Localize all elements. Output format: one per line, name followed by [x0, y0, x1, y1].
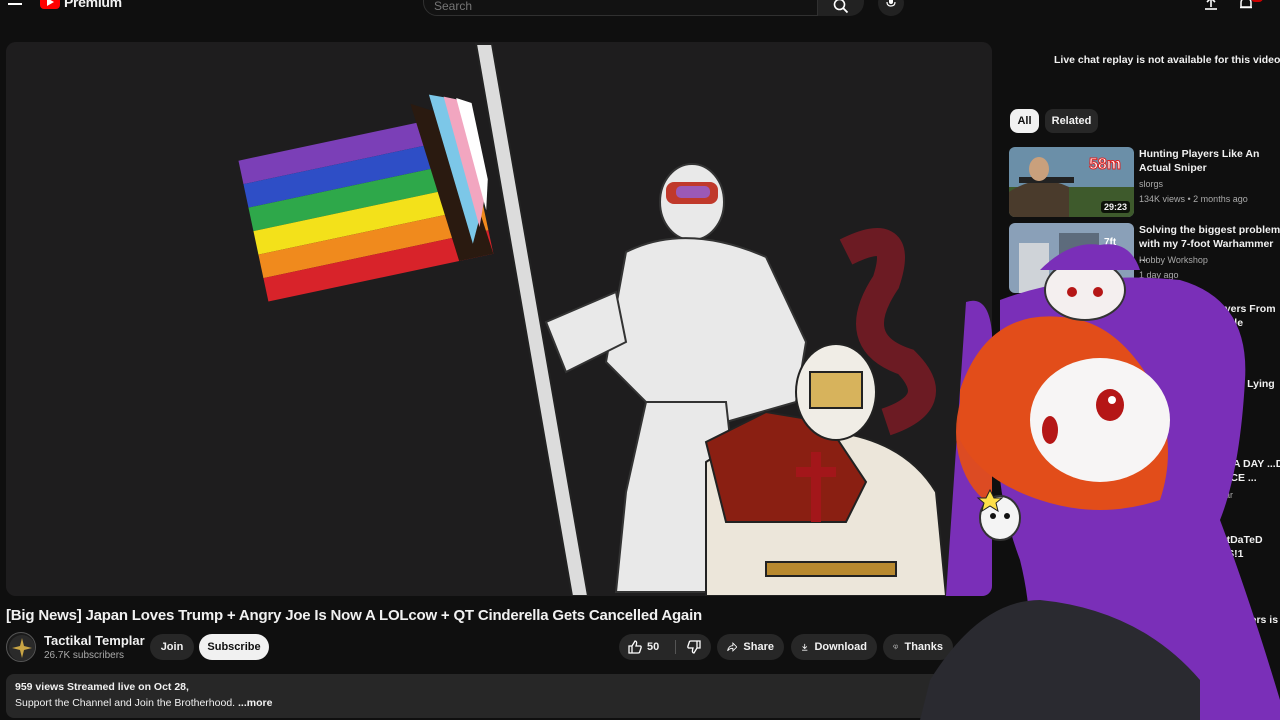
download-label: Download	[814, 641, 867, 653]
description-text-line: Support the Channel and Join the Brother…	[15, 697, 983, 709]
svg-text:58m: 58m	[1089, 156, 1121, 173]
channel-name[interactable]: Tactikal Templar	[44, 633, 145, 648]
join-button[interactable]: Join	[150, 634, 194, 660]
upload-icon[interactable]	[1203, 0, 1219, 12]
recommendation-title[interactable]: ArE oUtDaTeD ...RoNeS!1	[1191, 533, 1280, 561]
recommendation-item[interactable]: 7ft Solving the biggest problem with my …	[1009, 223, 1280, 293]
video-frame-artwork	[6, 42, 992, 596]
share-icon	[727, 642, 738, 652]
description-more-link[interactable]: ...more	[238, 697, 272, 709]
recommendation-item[interactable]: 58m 29:23 Hunting Players Like An Actual…	[1009, 147, 1280, 217]
search-box[interactable]	[423, 0, 818, 16]
description-stats: 959 views Streamed live on Oct 28,	[15, 681, 189, 693]
microphone-icon	[886, 0, 896, 7]
dislike-button[interactable]	[679, 634, 709, 660]
menu-icon[interactable]	[8, 0, 22, 10]
recommendation-title[interactable]: Players From A ...ble	[1209, 302, 1280, 330]
recommendation-meta: 134K views • 2 months ago	[1139, 194, 1248, 204]
notification-badge	[1251, 0, 1263, 2]
thanks-button[interactable]: $ Thanks	[883, 634, 953, 660]
recommendation-title[interactable]: RAMA DAY ...D VANCE ...	[1209, 457, 1280, 485]
recommendation-duration: 29:23	[1100, 201, 1130, 213]
thanks-icon: $	[893, 644, 899, 650]
share-button[interactable]: Share	[717, 634, 784, 660]
youtube-logo[interactable]: Premium	[40, 0, 122, 10]
recommendation-item[interactable]: ArE oUtDaTeD ...RoNeS!1 hours ago	[1009, 533, 1280, 593]
recommendation-meta: ago	[1229, 350, 1245, 360]
youtube-play-icon	[40, 0, 60, 9]
like-count: 50	[647, 641, 660, 653]
recommendation-item[interactable]: A Lying	[1009, 377, 1280, 437]
recommendation-meta: 1 day ago	[1139, 270, 1179, 280]
share-label: Share	[743, 641, 774, 653]
recommendation-channel[interactable]: Hobby Workshop	[1139, 255, 1208, 265]
live-chat-replay-notice: Live chat replay is not available for th…	[1054, 54, 1280, 66]
recommendation-channel[interactable]: Templar	[1201, 490, 1233, 500]
chip-related[interactable]: Related	[1045, 109, 1098, 133]
recommendation-item[interactable]: ...per Players is ...e Hobby ago	[1009, 613, 1280, 673]
recommendation-thumbnail[interactable]: 58m 29:23	[1009, 147, 1134, 217]
recommendation-meta: ago	[1229, 660, 1245, 670]
search-button[interactable]	[818, 0, 864, 16]
search-input[interactable]	[434, 0, 804, 13]
recommendation-thumbnail[interactable]: 7ft	[1009, 223, 1134, 293]
description-text: Support the Channel and Join the Brother…	[15, 697, 238, 709]
recommendation-item[interactable]: Players From A ...ble ago	[1009, 302, 1280, 372]
recommendation-channel[interactable]: slorgs	[1139, 179, 1163, 189]
recommendation-item[interactable]: RAMA DAY ...D VANCE ... Templar g	[1009, 457, 1280, 517]
search-icon	[833, 0, 849, 14]
thanks-label: Thanks	[904, 641, 943, 653]
like-button[interactable]: 50	[619, 634, 673, 660]
thumbnail-image: 7ft	[1009, 223, 1134, 293]
subscriber-count: 26.7K subscribers	[44, 650, 125, 661]
download-button[interactable]: Download	[791, 634, 877, 660]
thumbs-down-icon	[687, 640, 701, 654]
subscribe-button[interactable]: Subscribe	[199, 634, 269, 660]
thumbs-up-icon	[628, 640, 642, 654]
chip-all[interactable]: All	[1010, 109, 1039, 133]
video-title: [Big News] Japan Loves Trump + Angry Joe…	[6, 607, 703, 624]
like-dislike-group: 50	[619, 634, 711, 660]
recommendation-meta: hours ago	[1199, 580, 1240, 590]
logo-text: Premium	[64, 0, 122, 10]
recommendation-meta: g	[1201, 505, 1207, 515]
download-icon	[802, 643, 808, 651]
recommendation-title[interactable]: A Lying	[1237, 377, 1280, 391]
top-bar: Premium	[0, 0, 1280, 18]
video-player[interactable]	[6, 42, 992, 596]
notifications-icon[interactable]	[1238, 0, 1254, 12]
channel-emblem-icon	[9, 635, 35, 661]
channel-avatar[interactable]	[6, 632, 36, 662]
like-divider	[675, 640, 676, 654]
voice-search-button[interactable]	[878, 0, 904, 16]
svg-text:7ft: 7ft	[1104, 237, 1117, 248]
recommendation-title[interactable]: Hunting Players Like An Actual Sniper	[1139, 147, 1280, 175]
recommendation-title[interactable]: ...per Players is ...e Hobby	[1201, 613, 1280, 641]
description-box[interactable]: 959 views Streamed live on Oct 28, Suppo…	[6, 674, 992, 718]
